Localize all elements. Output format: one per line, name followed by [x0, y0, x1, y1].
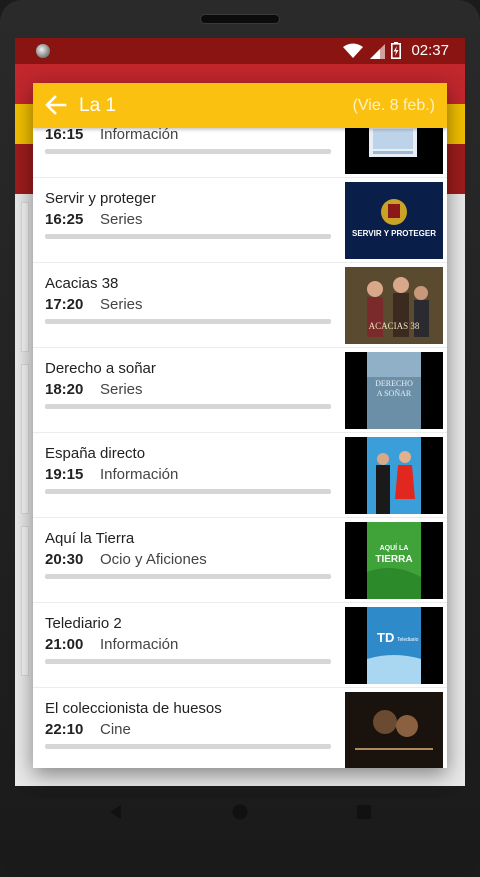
thumbnail-derecho-a-sonar: DERECHO A SOÑAR [345, 352, 443, 429]
program-time: 18:20 [45, 381, 84, 398]
program-genre: Ocio y Aficiones [100, 551, 207, 568]
program-genre: Información [100, 128, 179, 143]
program-time: 19:15 [45, 466, 84, 483]
thumbnail-telediario-2: TD Telediario [345, 607, 443, 684]
thumbnail-el-coleccionista-de-huesos [345, 692, 443, 768]
program-progress-bar [45, 659, 331, 664]
dialog-title: La 1 [79, 95, 116, 116]
program-progress-bar [45, 574, 331, 579]
back-triangle-icon[interactable] [105, 801, 127, 823]
back-arrow-icon[interactable] [43, 92, 69, 118]
svg-text:A SOÑAR: A SOÑAR [377, 388, 412, 398]
program-item[interactable]: 16:15 Información [33, 128, 447, 178]
program-item[interactable]: El coleccionista de huesos 22:10 Cine [33, 688, 447, 768]
home-circle-icon[interactable] [229, 801, 251, 823]
program-time: 22:10 [45, 721, 84, 738]
svg-text:ACACIAS 38: ACACIAS 38 [369, 321, 420, 331]
program-item[interactable]: Derecho a soñar 18:20 Series DERECHO A S… [33, 348, 447, 433]
program-genre: Series [100, 211, 143, 228]
dialog-date: (Vie. 8 feb.) [352, 97, 435, 114]
thumbnail-aqui-la-tierra: AQUÍ LA TIERRA [345, 522, 443, 599]
svg-text:Telediario: Telediario [397, 637, 419, 643]
program-genre: Cine [100, 721, 131, 738]
thumbnail-espana-directo [345, 437, 443, 514]
program-item[interactable]: Telediario 2 21:00 Información TD Teledi… [33, 603, 447, 688]
program-progress-bar [45, 744, 331, 749]
thumbnail-servir-y-proteger: SERVIR Y PROTEGER [345, 182, 443, 259]
program-item[interactable]: Aquí la Tierra 20:30 Ocio y Aficiones AQ… [33, 518, 447, 603]
signal-icon [370, 43, 386, 59]
program-title: Telediario 2 [45, 615, 122, 632]
program-title: Acacias 38 [45, 275, 119, 292]
program-item[interactable]: Acacias 38 17:20 Series ACACIAS 38 [33, 263, 447, 348]
dialog-header: La 1 (Vie. 8 feb.) [33, 83, 447, 128]
svg-text:SERVIR Y PROTEGER: SERVIR Y PROTEGER [352, 229, 436, 238]
status-icons: 02:37 [343, 42, 449, 59]
program-time: 16:25 [45, 211, 84, 228]
background-card [21, 526, 29, 676]
program-title: Servir y proteger [45, 190, 156, 207]
background-card [21, 364, 29, 514]
program-progress-bar [45, 404, 331, 409]
program-item[interactable]: España directo 19:15 Información [33, 433, 447, 518]
program-genre: Información [100, 466, 179, 483]
program-time: 21:00 [45, 636, 84, 653]
program-progress-bar [45, 234, 331, 239]
program-progress-bar [45, 149, 331, 154]
program-progress-bar [45, 489, 331, 494]
svg-text:TIERRA: TIERRA [375, 554, 412, 565]
program-title: Derecho a soñar [45, 360, 156, 377]
thumbnail-informacion [345, 128, 443, 174]
system-navigation-bar [0, 786, 480, 838]
device-frame: 02:37 La 1 (Vie. 8 feb.) 16:15 Informaci… [0, 0, 480, 877]
recents-square-icon[interactable] [353, 801, 375, 823]
thumbnail-acacias-38: ACACIAS 38 [345, 267, 443, 344]
wifi-icon [343, 43, 364, 58]
speaker-grille [200, 14, 280, 24]
svg-text:TD: TD [377, 630, 394, 645]
program-list[interactable]: 16:15 Información Servir y proteger 16:2… [33, 128, 447, 768]
program-title: Aquí la Tierra [45, 530, 135, 547]
program-title: España directo [45, 445, 146, 462]
program-time: 17:20 [45, 296, 84, 313]
program-time: 20:30 [45, 551, 84, 568]
program-genre: Series [100, 381, 143, 398]
program-genre: Información [100, 636, 179, 653]
program-item[interactable]: Servir y proteger 16:25 Series SERVIR Y … [33, 178, 447, 263]
svg-text:AQUÍ LA: AQUÍ LA [380, 543, 409, 552]
program-progress-bar [45, 319, 331, 324]
program-time: 16:15 [45, 128, 84, 143]
svg-text:DERECHO: DERECHO [375, 379, 413, 388]
program-title: El coleccionista de huesos [45, 700, 222, 717]
background-card [21, 202, 29, 352]
battery-charging-icon [391, 42, 402, 59]
program-genre: Series [100, 296, 143, 313]
channel-schedule-dialog: La 1 (Vie. 8 feb.) 16:15 Información Ser… [33, 83, 447, 768]
status-bar: 02:37 [15, 38, 465, 64]
status-time: 02:37 [411, 42, 449, 59]
camera-icon [36, 44, 50, 58]
